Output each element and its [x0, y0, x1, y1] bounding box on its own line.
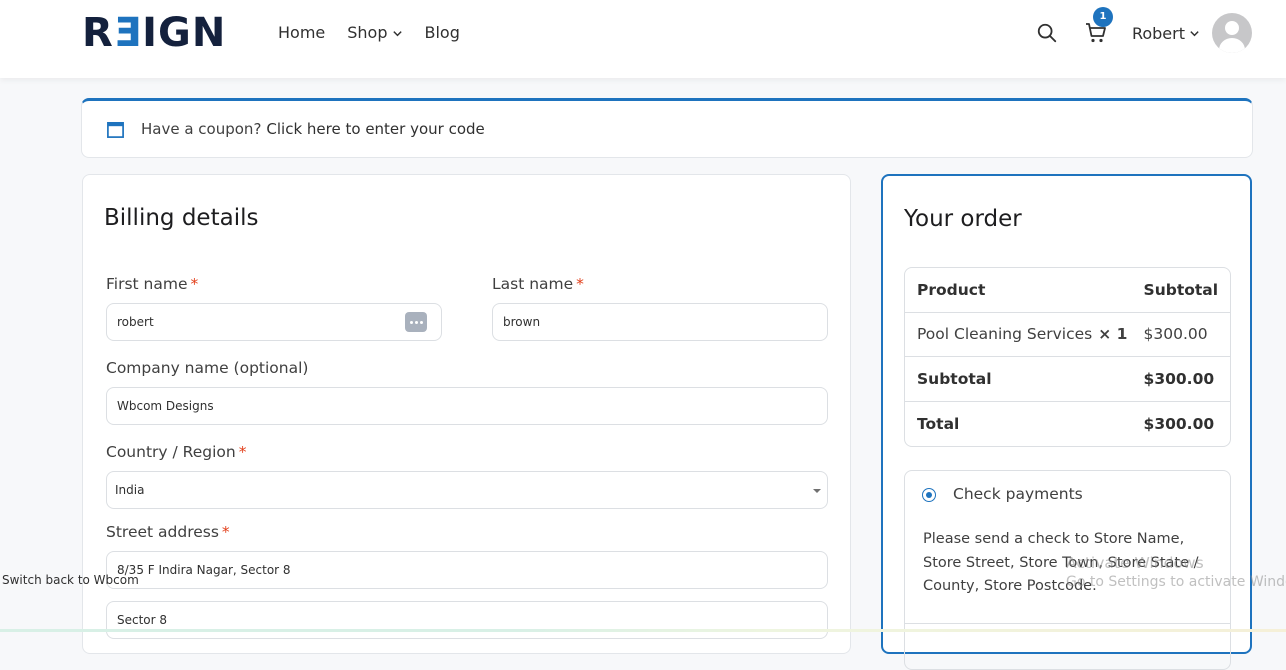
calendar-icon	[107, 121, 124, 138]
header-actions: 1 Robert	[1036, 7, 1252, 54]
subtotal-row: Subtotal $300.00	[905, 357, 1230, 402]
table-header-row: Product Subtotal	[905, 268, 1230, 313]
avatar[interactable]	[1212, 13, 1252, 53]
subtotal-value: $300.00	[1143, 369, 1215, 388]
product-price: $300.00	[1143, 325, 1208, 344]
subtotal-label: Subtotal	[917, 369, 992, 388]
user-menu[interactable]: Robert	[1132, 24, 1185, 43]
check-payments-radio[interactable]	[922, 488, 936, 502]
cart-button[interactable]: 1	[1084, 7, 1113, 45]
product-cell: Pool Cleaning Services × 1	[917, 325, 1128, 344]
street-address-input[interactable]: 8/35 F Indira Nagar, Sector 8	[106, 551, 828, 589]
first-name-input[interactable]: robert	[106, 303, 442, 341]
country-label: Country / Region *	[106, 443, 247, 461]
nav-shop[interactable]: Shop	[347, 22, 402, 44]
nav-blog[interactable]: Blog	[425, 22, 460, 44]
coupon-notice: Have a coupon? Click here to enter your …	[81, 98, 1253, 158]
col-subtotal: Subtotal	[1143, 280, 1219, 299]
activate-windows-watermark: Activate Windows Go to Settings to activ…	[1066, 554, 1286, 590]
order-title: Your order	[904, 206, 1022, 232]
site-header: RƎIGN Home Shop Blog 1 Robert	[0, 0, 1286, 78]
divider	[905, 623, 1230, 624]
total-value: $300.00	[1143, 414, 1215, 433]
caret-down-icon	[813, 489, 821, 493]
first-name-label: First name *	[106, 275, 199, 293]
nav-home[interactable]: Home	[278, 22, 325, 44]
chevron-down-icon	[392, 30, 402, 36]
check-payments-label[interactable]: Check payments	[953, 485, 1083, 503]
main-nav: Home Shop Blog	[278, 22, 460, 44]
switch-back-link[interactable]: Switch back to Wbcom	[2, 573, 139, 587]
chevron-down-icon[interactable]	[1189, 28, 1200, 39]
total-label: Total	[917, 414, 960, 433]
coupon-text: Have a coupon?	[141, 120, 262, 138]
street-address-2-input[interactable]: Sector 8	[106, 601, 828, 639]
password-manager-icon[interactable]	[405, 312, 427, 332]
search-icon[interactable]	[1036, 22, 1058, 44]
country-select[interactable]: India	[106, 471, 828, 509]
billing-title: Billing details	[104, 205, 259, 231]
total-row: Total $300.00	[905, 402, 1230, 447]
company-label: Company name (optional)	[106, 359, 309, 377]
watermark-line-2: Go to Settings to activate Windows.	[1066, 574, 1286, 590]
last-name-input[interactable]: brown	[492, 303, 828, 341]
street-label: Street address *	[106, 523, 230, 541]
last-name-label: Last name *	[492, 275, 584, 293]
order-table: Product Subtotal Pool Cleaning Services ×…	[904, 267, 1231, 447]
cart-count-badge: 1	[1092, 7, 1113, 27]
table-row: Pool Cleaning Services × 1 $300.00	[905, 313, 1230, 357]
watermark-line-1: Activate Windows	[1066, 554, 1204, 572]
coupon-link[interactable]: Click here to enter your code	[266, 120, 484, 138]
billing-details-panel: Billing details First name * robert Last …	[82, 174, 851, 654]
company-input[interactable]: Wbcom Designs	[106, 387, 828, 425]
reign-logo[interactable]: RƎIGN	[82, 13, 226, 53]
col-product: Product	[917, 280, 986, 299]
